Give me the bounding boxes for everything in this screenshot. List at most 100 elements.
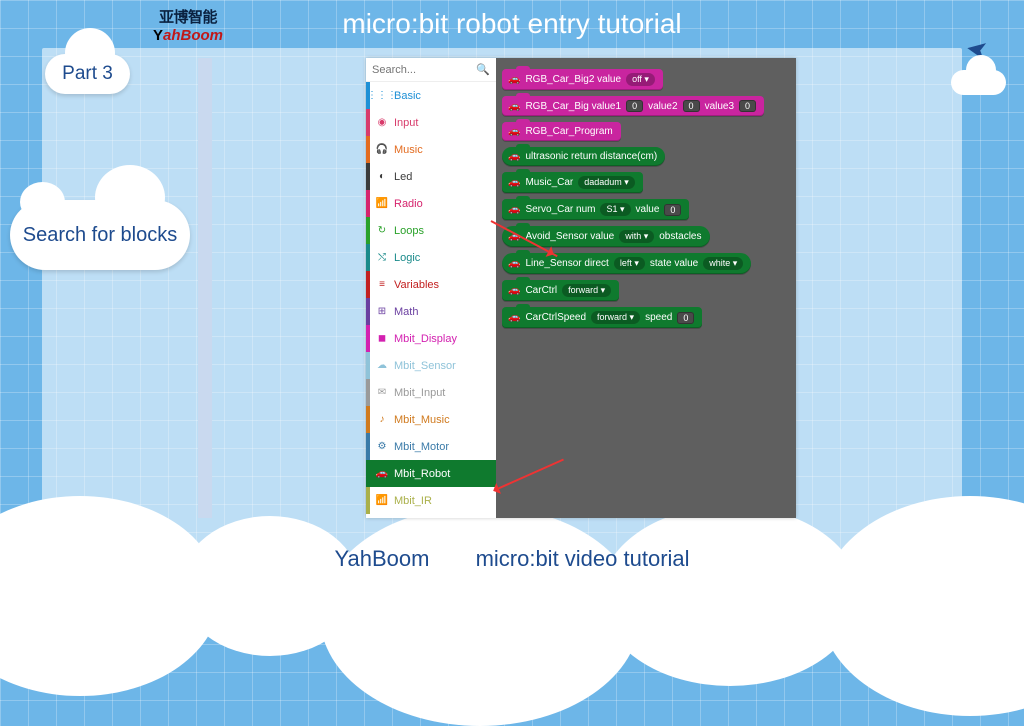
block-value-slot[interactable]: 0 (739, 100, 756, 112)
code-block[interactable]: 🚗 RGB_Car_Program (502, 122, 621, 141)
code-block[interactable]: 🚗 CarCtrlSpeed forward ▾ speed 0 (502, 307, 702, 328)
block-dropdown[interactable]: off ▾ (626, 73, 655, 86)
part-badge: Part 3 (45, 54, 130, 94)
block-dropdown[interactable]: forward ▾ (562, 284, 611, 297)
block-dropdown[interactable]: S1 ▾ (600, 203, 630, 216)
category-led[interactable]: ◐Led (366, 163, 496, 190)
block-text: Avoid_Sensor value (525, 231, 614, 242)
category-icon: 📶 (376, 198, 388, 209)
category-icon: ↻ (376, 225, 388, 236)
category-icon: ◼ (376, 333, 388, 344)
block-text: Music_Car (525, 177, 573, 188)
block-text: RGB_Car_Big value1 (525, 101, 621, 112)
footer-brand: YahBoom (334, 546, 429, 571)
caption-text: Search for blocks (23, 223, 178, 247)
category-icon: ≡ (376, 279, 388, 290)
category-math[interactable]: ⊞ Math (366, 298, 496, 325)
category-icon: ✉ (376, 387, 388, 398)
part-label: Part 3 (62, 63, 113, 85)
makecode-editor: 🔍 ⋮⋮⋮ Basic ◉ Input 🎧 Music ◐Led 📶 Radio ↻Loops⤭L… (366, 58, 796, 518)
category-loops[interactable]: ↻Loops (366, 217, 496, 244)
category-label: Basic (394, 90, 421, 102)
category-radio[interactable]: 📶 Radio (366, 190, 496, 217)
footer-tagline: micro:bit video tutorial (476, 546, 690, 571)
cloud-icon (951, 70, 1006, 95)
block-text: RGB_Car_Big2 value (525, 74, 621, 85)
car-icon: 🚗 (508, 312, 520, 323)
category-label: Mbit_Motor (394, 441, 449, 453)
car-icon: 🚗 (508, 258, 520, 269)
block-text: Servo_Car num (525, 204, 595, 215)
category-input[interactable]: ◉ Input (366, 109, 496, 136)
block-text: CarCtrlSpeed (525, 312, 586, 323)
block-canvas[interactable]: 🚗 RGB_Car_Big2 value off ▾ 🚗 RGB_Car_Big val… (496, 58, 796, 518)
category-mbit_input[interactable]: ✉Mbit_Input (366, 379, 496, 406)
category-label: Radio (394, 198, 423, 210)
code-block[interactable]: 🚗Line_Sensor directleft ▾state valuewhit… (502, 253, 751, 274)
block-text: value (636, 204, 660, 215)
block-dropdown[interactable]: white ▾ (703, 257, 743, 270)
category-mbit_ir[interactable]: 📶 Mbit_IR (366, 487, 496, 514)
code-block[interactable]: 🚗 ultrasonic return distance(cm) (502, 147, 665, 166)
simulator-edge (198, 58, 212, 518)
block-dropdown[interactable]: with ▾ (619, 230, 654, 243)
block-dropdown[interactable]: dadadum ▾ (578, 176, 635, 189)
category-label: Math (394, 306, 418, 318)
code-block[interactable]: 🚗 Servo_Car num S1 ▾ value 0 (502, 199, 689, 220)
brand-logo: 亚博智能 YahBoom (138, 6, 238, 44)
category-mbit_display[interactable]: ◼ Mbit_Display (366, 325, 496, 352)
search-input[interactable] (372, 64, 462, 76)
category-label: Mbit_Music (394, 414, 450, 426)
category-icon: 📶 (376, 495, 388, 506)
code-block[interactable]: 🚗 RGB_Car_Big2 value off ▾ (502, 69, 663, 90)
code-block[interactable]: 🚗 Music_Car dadadum ▾ (502, 172, 643, 193)
category-label: Mbit_Display (394, 333, 457, 345)
block-dropdown[interactable]: left ▾ (614, 257, 645, 270)
category-label: Mbit_Robot (394, 468, 450, 480)
car-icon: 🚗 (508, 126, 520, 137)
category-sidebar: 🔍 ⋮⋮⋮ Basic ◉ Input 🎧 Music ◐Led 📶 Radio ↻Loops⤭L… (366, 58, 496, 518)
car-icon: 🚗 (508, 151, 520, 162)
category-music[interactable]: 🎧 Music (366, 136, 496, 163)
category-mbit_sensor[interactable]: ☁Mbit_Sensor (366, 352, 496, 379)
category-icon: ⋮⋮⋮ (376, 90, 388, 101)
logo-en: YahBoom (138, 27, 238, 44)
category-icon: ⤭ (376, 252, 388, 263)
block-text: ultrasonic return distance(cm) (525, 151, 657, 162)
block-value-slot[interactable]: 0 (664, 204, 681, 216)
category-mbit_robot[interactable]: 🚗 Mbit_Robot (366, 460, 496, 487)
block-text: speed (645, 312, 672, 323)
car-icon: 🚗 (508, 177, 520, 188)
category-label: Music (394, 144, 423, 156)
category-icon: 🚗 (376, 468, 388, 479)
category-variables[interactable]: ≡Variables (366, 271, 496, 298)
footer: YahBoom micro:bit video tutorial (0, 546, 1024, 572)
category-mbit_motor[interactable]: ⚙ Mbit_Motor (366, 433, 496, 460)
search-icon[interactable]: 🔍 (476, 63, 490, 76)
car-icon: 🚗 (508, 101, 520, 112)
block-text: state value (650, 258, 698, 269)
block-value-slot[interactable]: 0 (677, 312, 694, 324)
category-icon: ⚙ (376, 441, 388, 452)
category-basic[interactable]: ⋮⋮⋮ Basic (366, 82, 496, 109)
category-icon: ⊞ (376, 306, 388, 317)
block-value-slot[interactable]: 0 (626, 100, 643, 112)
block-text: RGB_Car_Program (525, 126, 612, 137)
category-icon: ◉ (376, 117, 388, 128)
code-block[interactable]: 🚗RGB_Car_Big value10value20value30 (502, 96, 764, 116)
category-label: Input (394, 117, 418, 129)
car-icon: 🚗 (508, 74, 520, 85)
car-icon: 🚗 (508, 204, 520, 215)
category-icon: 🎧 (376, 144, 388, 155)
category-logic[interactable]: ⤭Logic (366, 244, 496, 271)
block-text: value3 (705, 101, 734, 112)
category-icon: ◐ (376, 171, 388, 182)
code-block[interactable]: 🚗CarCtrlforward ▾ (502, 280, 619, 301)
category-mbit_music[interactable]: ♪Mbit_Music (366, 406, 496, 433)
category-label: Mbit_IR (394, 495, 432, 507)
block-text: CarCtrl (525, 285, 557, 296)
block-text: obstacles (659, 231, 701, 242)
block-dropdown[interactable]: forward ▾ (591, 311, 640, 324)
search-box[interactable]: 🔍 (366, 58, 496, 82)
block-value-slot[interactable]: 0 (683, 100, 700, 112)
